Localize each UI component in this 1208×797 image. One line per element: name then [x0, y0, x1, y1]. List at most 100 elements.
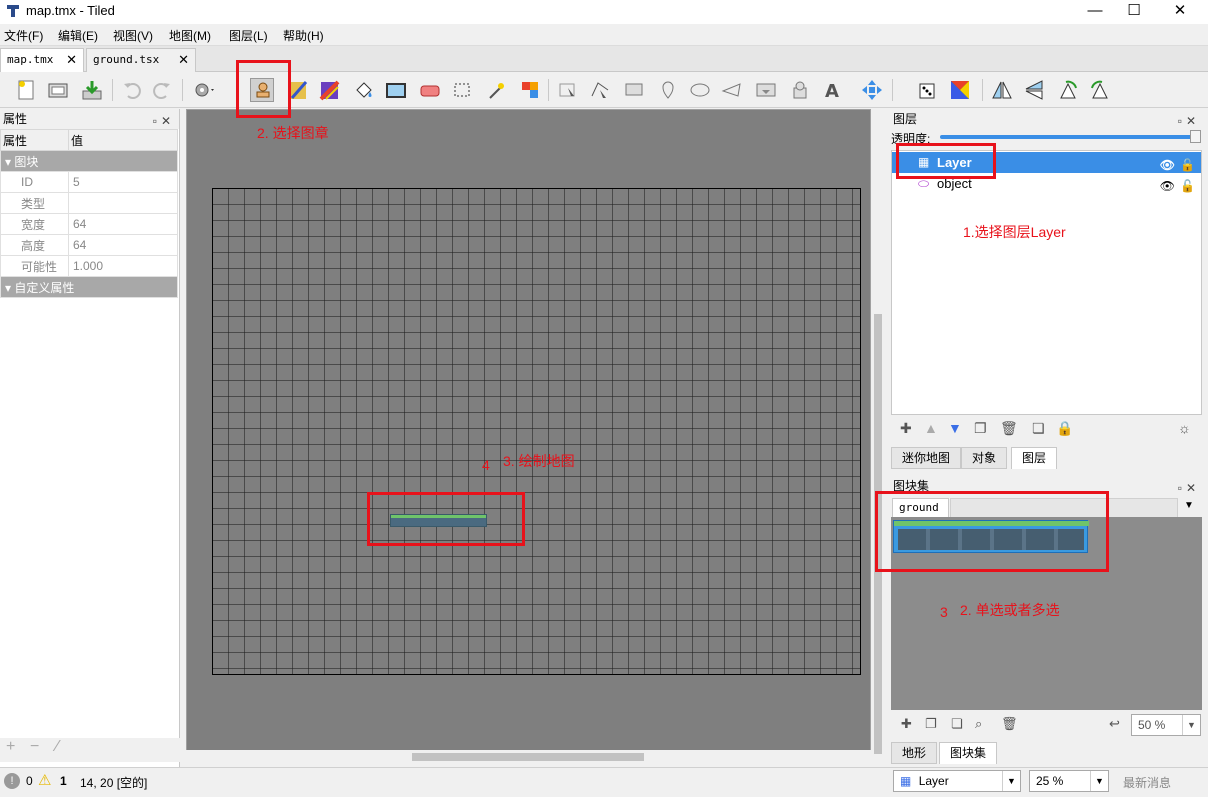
toolbar-separator: [182, 79, 183, 101]
table-row[interactable]: 可能性 1.000: [0, 255, 178, 277]
dynamic-wrap-icon[interactable]: ↩: [1109, 716, 1120, 732]
menu-map[interactable]: 地图(M): [169, 27, 211, 44]
close-button[interactable]: ✕: [1157, 0, 1203, 24]
error-icon[interactable]: !: [4, 773, 20, 789]
table-row[interactable]: 宽度 64: [0, 213, 178, 235]
maximize-button[interactable]: ☐: [1111, 0, 1157, 24]
add-layer-icon[interactable]: ✚: [900, 420, 912, 437]
layer-select[interactable]: ▦ Layer ▼: [893, 770, 1021, 792]
menu-view[interactable]: 视图(V): [113, 27, 153, 44]
magic-wand-icon[interactable]: [484, 78, 508, 102]
table-row[interactable]: ID 5: [0, 171, 178, 193]
insert-ellipse-icon[interactable]: [688, 78, 712, 102]
tab-objects[interactable]: 对象: [961, 447, 1008, 469]
edit-tileset-icon[interactable]: ⌕: [975, 716, 982, 732]
wang-fill-mode-icon[interactable]: [948, 78, 972, 102]
insert-tile-icon[interactable]: [754, 78, 778, 102]
rotate-right-icon[interactable]: [1088, 78, 1112, 102]
menu-layer[interactable]: 图层(L): [229, 27, 268, 44]
table-row[interactable]: 类型: [0, 192, 178, 214]
insert-point-icon[interactable]: [656, 78, 680, 102]
title-bar: map.tmx - Tiled — ☐ ✕: [0, 0, 1208, 24]
lock-layer-icon[interactable]: 🔒: [1056, 420, 1073, 437]
move-layer-icon[interactable]: [860, 78, 884, 102]
insert-text-icon[interactable]: A: [820, 78, 844, 102]
bucket-fill-icon[interactable]: [352, 78, 376, 102]
zoom-select[interactable]: 25 % ▼: [1029, 770, 1109, 792]
open-file-icon[interactable]: [46, 78, 70, 102]
menu-help[interactable]: 帮助(H): [283, 27, 324, 44]
panel-float-close-icons[interactable]: ▫✕: [1178, 111, 1200, 131]
close-tab-icon[interactable]: ✕: [66, 49, 77, 71]
edit-polygons-icon[interactable]: [588, 78, 612, 102]
select-objects-icon[interactable]: [556, 78, 580, 102]
rect-select-icon[interactable]: [450, 78, 474, 102]
tab-tilesets[interactable]: 图块集: [939, 742, 998, 764]
wang-brush-icon[interactable]: [318, 78, 342, 102]
properties-footer: + − ∕: [0, 738, 180, 762]
tab-terrains[interactable]: 地形: [891, 742, 938, 764]
scroll-thumb[interactable]: [412, 753, 644, 761]
save-icon[interactable]: [80, 78, 104, 102]
property-value[interactable]: [68, 192, 178, 214]
vertical-scrollbar[interactable]: [871, 109, 885, 764]
insert-polygon-icon[interactable]: [720, 78, 744, 102]
property-value[interactable]: 1.000: [68, 255, 178, 277]
opacity-slider[interactable]: [940, 135, 1194, 139]
rename-property-icon[interactable]: ∕: [56, 738, 59, 756]
tileset-dock-tabs: 地形 图块集: [891, 742, 1202, 764]
rotate-left-icon[interactable]: [1056, 78, 1080, 102]
export-tileset-icon[interactable]: ❏: [951, 716, 963, 732]
layer-list: ▦ Layer 👁 🔓 ⬭ object 👁 🔓: [891, 150, 1202, 415]
panel-header: 属性 ▫✕: [0, 109, 179, 129]
raise-layer-icon[interactable]: ▲: [924, 420, 938, 436]
add-property-icon[interactable]: +: [6, 738, 15, 756]
menu-edit[interactable]: 编辑(E): [58, 27, 98, 44]
tab-minimap[interactable]: 迷你地图: [891, 447, 962, 469]
select-same-tile-icon[interactable]: [518, 78, 542, 102]
group-custom-properties[interactable]: ▾ 自定义属性: [0, 276, 178, 298]
opacity-slider-handle[interactable]: [1190, 130, 1201, 143]
layers-dock-tabs: 迷你地图 对象 图层: [891, 447, 1202, 469]
random-mode-icon[interactable]: [916, 78, 940, 102]
redo-icon[interactable]: [150, 78, 174, 102]
tab-map-tmx[interactable]: map.tmx ✕: [0, 48, 84, 72]
property-key: 可能性: [0, 255, 69, 277]
panel-float-close-icons[interactable]: ▫✕: [153, 111, 175, 131]
news-button[interactable]: 最新消息: [1123, 774, 1171, 791]
panel-float-close-icons[interactable]: ▫✕: [1178, 478, 1200, 498]
menu-file[interactable]: 文件(F): [4, 27, 43, 44]
show-hide-others-icon[interactable]: ❏: [1032, 420, 1045, 437]
visibility-eye-icon[interactable]: 👁: [1160, 176, 1175, 197]
new-tileset-icon[interactable]: ✚: [901, 716, 912, 732]
lock-icon[interactable]: 🔓: [1180, 176, 1195, 197]
shape-fill-icon[interactable]: [384, 78, 408, 102]
highlight-layer-icon[interactable]: ☼: [1178, 420, 1191, 436]
undo-icon[interactable]: [120, 78, 144, 102]
tileset-zoom-select[interactable]: 50 % ▼: [1131, 714, 1201, 736]
group-tile[interactable]: ▾ 图块: [0, 150, 178, 172]
close-tab-icon[interactable]: ✕: [178, 49, 189, 71]
lower-layer-icon[interactable]: ▼: [948, 420, 962, 436]
map-grid[interactable]: [212, 188, 861, 675]
warning-icon[interactable]: ⚠: [38, 771, 51, 789]
property-key: 宽度: [0, 213, 69, 235]
table-row[interactable]: 高度 64: [0, 234, 178, 256]
new-file-icon[interactable]: [14, 78, 38, 102]
embed-tileset-icon[interactable]: ❐: [925, 716, 937, 732]
insert-template-icon[interactable]: [788, 78, 812, 102]
flip-vertical-icon[interactable]: [1022, 78, 1046, 102]
tab-ground-tsx[interactable]: ground.tsx ✕: [86, 48, 196, 72]
flip-horizontal-icon[interactable]: [990, 78, 1014, 102]
eraser-icon[interactable]: [418, 78, 442, 102]
tileset-menu-chevron-icon[interactable]: ▼: [1184, 500, 1194, 511]
tab-layers[interactable]: 图层: [1011, 447, 1058, 469]
zoom-value: 25 %: [1036, 774, 1064, 788]
duplicate-layer-icon[interactable]: ❐: [974, 420, 987, 437]
horizontal-scrollbar[interactable]: [186, 750, 871, 764]
commands-icon[interactable]: [192, 78, 216, 102]
insert-rectangle-icon[interactable]: [622, 78, 646, 102]
delete-layer-icon[interactable]: 🗑: [1000, 420, 1018, 437]
remove-property-icon[interactable]: −: [30, 738, 39, 756]
remove-tileset-icon[interactable]: 🗑: [1001, 716, 1018, 732]
